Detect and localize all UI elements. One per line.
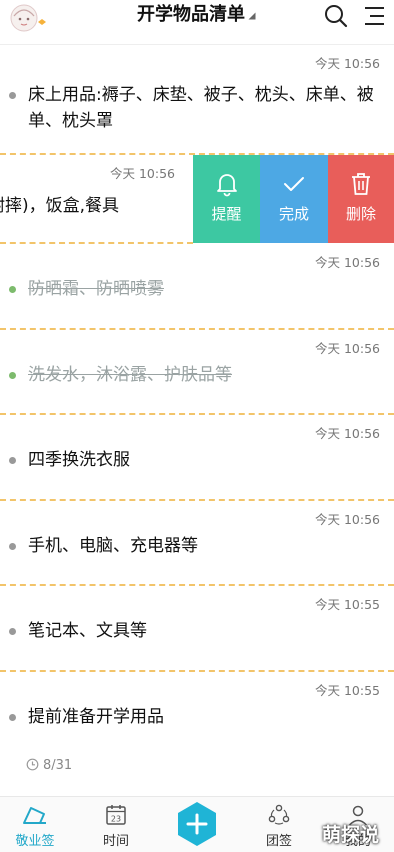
calendar-day: 23 [111, 815, 121, 824]
remind-label: 提醒 [211, 205, 242, 223]
list-item[interactable]: 今天 10:56 防晒霜、防晒喷雾 [0, 244, 394, 330]
check-icon [284, 177, 304, 191]
status-dot [9, 92, 16, 99]
item-text: 手机、电脑、充电器等 [28, 535, 198, 556]
list-item[interactable]: 今天 10:56 手机、电脑、充电器等 [0, 500, 394, 586]
complete-button[interactable]: 完成 [260, 155, 328, 243]
reminder-date-text: 8/31 [43, 757, 73, 773]
menu-icon[interactable] [362, 3, 388, 29]
delete-button[interactable]: 删除 [328, 155, 394, 243]
team-icon [268, 804, 290, 825]
add-button[interactable] [175, 801, 219, 847]
watermark: 萌探说 [322, 824, 380, 846]
notes-icon [23, 807, 46, 824]
top-bar: 开学物品清单 [0, 0, 394, 45]
swipe-actions: 提醒 完成 删除 [193, 155, 394, 243]
calendar-icon: 23 [106, 805, 126, 825]
list-item[interactable]: 今天 10:56 洗发水，沐浴露、护肤品等 [0, 329, 394, 415]
item-text: 防晒霜、防晒喷雾 [28, 279, 164, 299]
item-text: 四季换洗衣服 [28, 450, 130, 470]
nav-team[interactable]: 团签 [249, 803, 309, 849]
item-text: 笔记本、文具等 [28, 621, 147, 641]
nav-notes[interactable]: 敬业签 [5, 803, 65, 849]
search-icon[interactable] [323, 3, 349, 29]
item-time: 今天 10:56 [110, 166, 175, 181]
remind-button[interactable]: 提醒 [193, 155, 260, 243]
memo-list: 今天 10:56 床上用品:褥子、床垫、被子、枕头、床单、被单、枕头罩 今天 1… [0, 45, 394, 788]
list-item[interactable]: 今天 10:55 提前准备开学用品 8/31 [0, 671, 394, 788]
nav-time[interactable]: 23 时间 [86, 803, 146, 849]
item-time: 今天 10:55 [315, 597, 380, 612]
delete-label: 删除 [345, 205, 376, 223]
clock-icon [26, 758, 39, 770]
trash-icon [352, 173, 370, 195]
item-text: 洗发水，沐浴露、护肤品等 [28, 364, 232, 385]
list-item[interactable]: 今天 10:56 四季换洗衣服 [0, 415, 394, 501]
item-time: 今天 10:55 [315, 682, 380, 698]
list-item-swiped[interactable]: 今天 10:56 耐摔)，饭盒,餐具 提醒 完成 删除 [0, 155, 394, 244]
item-text: 耐摔)，饭盒,餐具 [0, 196, 120, 216]
complete-label: 完成 [278, 205, 309, 223]
status-dot [9, 542, 16, 550]
list-item[interactable]: 今天 10:56 床上用品:褥子、床垫、被子、枕头、床单、被单、枕头罩 [0, 45, 394, 155]
item-time: 今天 10:56 [315, 511, 380, 527]
status-dot [9, 628, 16, 635]
title-dropdown-icon[interactable] [248, 12, 256, 20]
status-dot [9, 457, 16, 464]
status-dot-done [9, 286, 16, 293]
list-item[interactable]: 今天 10:55 笔记本、文具等 [0, 586, 394, 672]
page-title[interactable]: 开学物品清单 [137, 4, 245, 25]
item-time: 今天 10:56 [315, 255, 380, 270]
nav-time-label: 时间 [102, 834, 129, 849]
nav-team-label: 团签 [265, 834, 292, 849]
bell-icon [216, 174, 237, 197]
reminder-date: 8/31 [26, 758, 72, 773]
item-text: 提前准备开学用品 [28, 706, 164, 727]
item-time: 今天 10:56 [315, 340, 380, 356]
status-dot-done [9, 371, 16, 379]
item-time: 今天 10:56 [315, 56, 380, 71]
nav-notes-label: 敬业签 [15, 834, 55, 849]
item-text: 床上用品:褥子、床垫、被子、枕头、床单、被单、枕头罩 [28, 85, 374, 131]
item-time: 今天 10:56 [315, 426, 380, 441]
status-dot [9, 713, 16, 721]
